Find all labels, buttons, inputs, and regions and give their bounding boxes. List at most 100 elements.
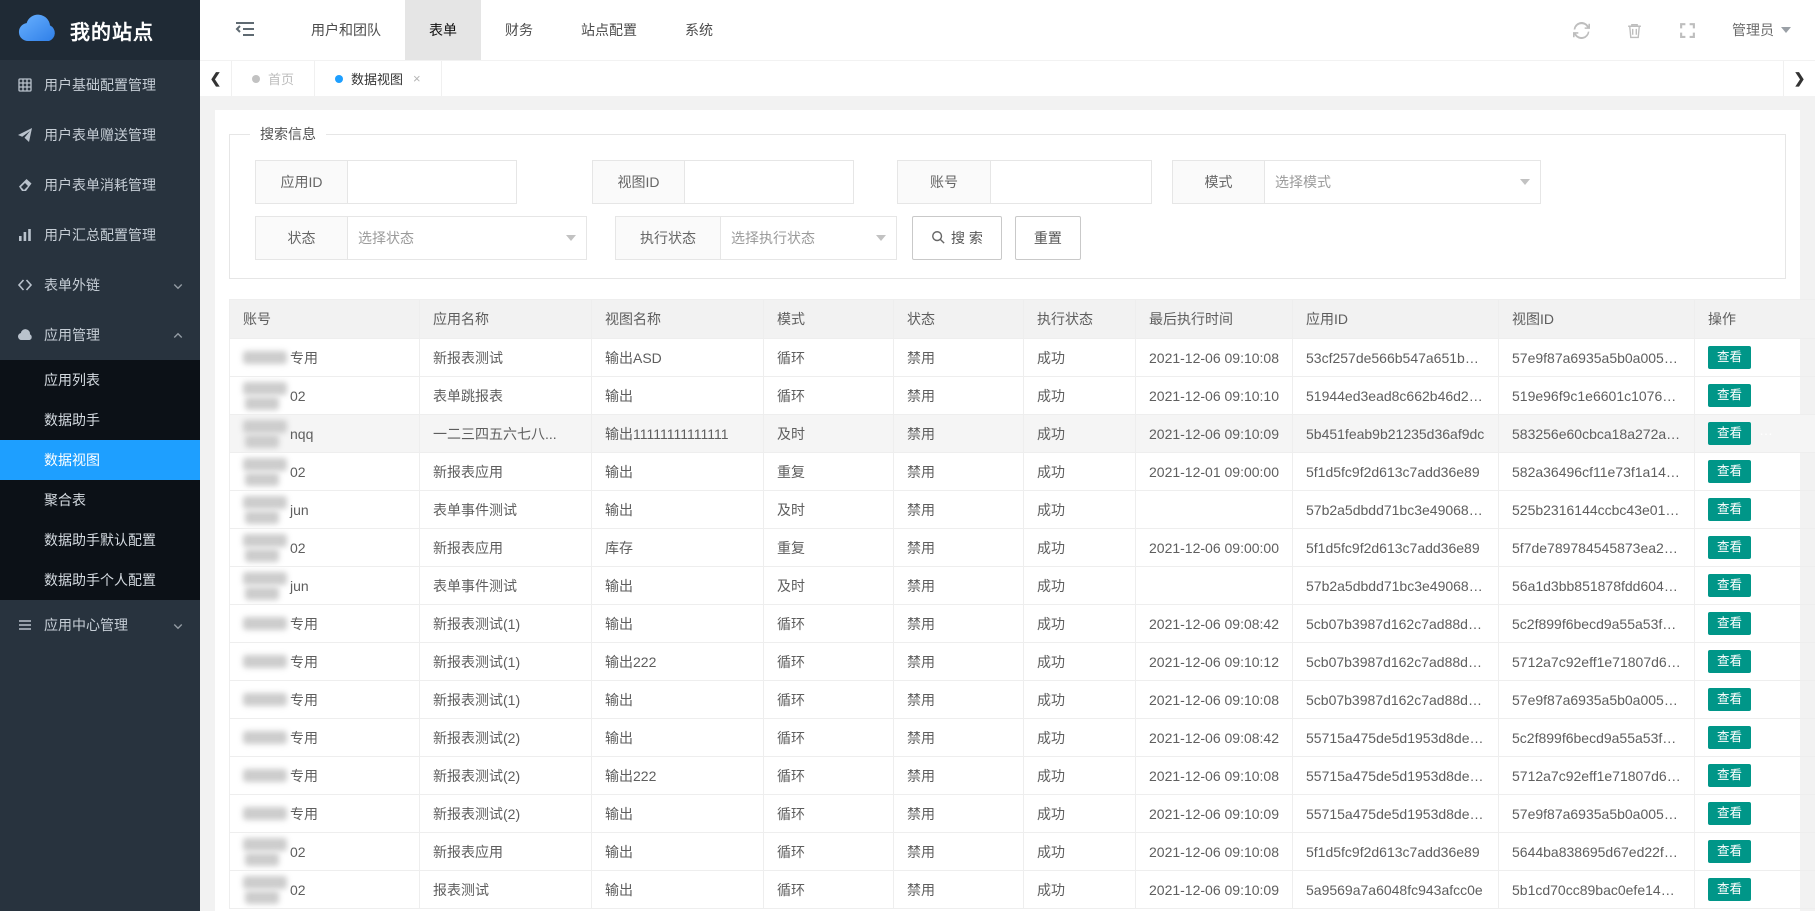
view-button[interactable]: 查看 — [1708, 688, 1751, 711]
table-row-0: 专用新报表测试输出ASD循环禁用成功2021-12-06 09:10:0853c… — [230, 339, 1815, 377]
nav-item-1[interactable]: 表单 — [405, 0, 481, 60]
account-suffix: 02 — [290, 844, 306, 860]
search-field-账号: 账号 — [897, 160, 1152, 204]
collapse-sidebar-icon[interactable] — [235, 20, 255, 40]
chevron-down-icon — [172, 279, 184, 291]
redacted-account-blur — [243, 769, 287, 782]
cell-status: 禁用 — [894, 605, 1024, 643]
sidebar-subitem-数据助手[interactable]: 数据助手 — [0, 400, 200, 440]
cell-view-name: 输出11111111111111 — [592, 415, 764, 453]
sidebar-subitem-聚合表[interactable]: 聚合表 — [0, 480, 200, 520]
cell-app-id: 5a9569a7a6048fc943afcc0e — [1293, 871, 1499, 909]
cell-exec-status: 成功 — [1024, 339, 1136, 377]
cloud-logo-icon — [16, 13, 60, 48]
cell-exec-status: 成功 — [1024, 643, 1136, 681]
view-button[interactable]: 查看 — [1708, 460, 1751, 483]
chevron-down-icon — [172, 619, 184, 631]
chevron-up-icon — [172, 329, 184, 341]
cell-view-id: 57e9f87a6935a5b0a0055170 — [1499, 339, 1695, 377]
view-button[interactable]: 查看 — [1708, 878, 1751, 901]
cell-status: 禁用 — [894, 339, 1024, 377]
search-button[interactable]: 搜 索 — [912, 216, 1002, 260]
view-button[interactable]: 查看 — [1708, 726, 1751, 749]
reset-button[interactable]: 重置 — [1015, 216, 1081, 260]
tabbar: ❮ 首页 数据视图 × ❯ — [200, 60, 1815, 96]
sidebar-item-4[interactable]: 表单外链 — [0, 260, 200, 310]
cell-app-id: 51944ed3ead8c662b46d2508 — [1293, 377, 1499, 415]
view-button[interactable]: 查看 — [1708, 346, 1751, 369]
chevron-down-icon — [876, 235, 886, 241]
cell-actions: 查看启用 — [1695, 757, 1815, 795]
top-nav-menu: 用户和团队表单财务站点配置系统 — [287, 0, 737, 60]
view-button[interactable]: 查看 — [1708, 650, 1751, 673]
nav-item-4[interactable]: 系统 — [661, 0, 737, 60]
tabs-scroll-left-icon[interactable]: ❮ — [200, 61, 232, 96]
sidebar-item-label: 用户汇总配置管理 — [44, 225, 184, 245]
cell-status: 禁用 — [894, 377, 1024, 415]
cell-last-exec-time: 2021-12-06 09:10:09 — [1136, 871, 1293, 909]
应用ID-input[interactable] — [348, 161, 516, 203]
cell-app-name: 新报表测试(1) — [420, 681, 592, 719]
cell-account: 专用 — [230, 339, 420, 377]
cell-app-id: 5f1d5fc9f2d613c7add36e89 — [1293, 453, 1499, 491]
cell-view-name: 输出222 — [592, 643, 764, 681]
cell-app-name: 一二三四五六七八... — [420, 415, 592, 453]
tab-close-icon[interactable]: × — [413, 71, 421, 86]
view-button[interactable]: 查看 — [1708, 574, 1751, 597]
trash-icon[interactable] — [1626, 22, 1643, 39]
nav-item-0[interactable]: 用户和团队 — [287, 0, 405, 60]
sidebar-item-label: 应用管理 — [44, 325, 172, 345]
cell-actions: 查看启用 — [1695, 377, 1815, 415]
sidebar-item-label: 表单外链 — [44, 275, 172, 295]
cell-mode: 及时 — [764, 567, 894, 605]
cell-app-name: 报表测试 — [420, 871, 592, 909]
redacted-account-blur — [243, 693, 287, 706]
状态-select[interactable]: 选择状态 — [348, 217, 586, 259]
nav-item-3[interactable]: 站点配置 — [557, 0, 661, 60]
fullscreen-icon[interactable] — [1679, 22, 1696, 39]
table-row-2: nqq一二三四五六七八...输出11111111111111及时禁用成功2021… — [230, 415, 1815, 453]
账号-input[interactable] — [991, 161, 1151, 203]
cell-view-id: 5f7de789784545873ea279f7 — [1499, 529, 1695, 567]
执行状态-select[interactable]: 选择执行状态 — [721, 217, 896, 259]
view-button[interactable]: 查看 — [1708, 536, 1751, 559]
tab-home[interactable]: 首页 — [232, 61, 315, 96]
search-field-应用ID: 应用ID — [255, 160, 517, 204]
view-button[interactable]: 查看 — [1708, 802, 1751, 825]
field-label: 模式 — [1173, 161, 1265, 203]
cell-account: 02 — [230, 529, 420, 567]
sidebar-subitem-数据助手个人配置[interactable]: 数据助手个人配置 — [0, 560, 200, 600]
cell-last-exec-time: 2021-12-06 09:10:09 — [1136, 415, 1293, 453]
tabs-scroll-right-icon[interactable]: ❯ — [1783, 61, 1815, 96]
cell-view-name: 输出 — [592, 377, 764, 415]
cell-last-exec-time: 2021-12-06 09:08:42 — [1136, 605, 1293, 643]
bar-chart-icon — [16, 227, 33, 244]
cell-mode: 循环 — [764, 377, 894, 415]
select-placeholder: 选择执行状态 — [721, 228, 815, 248]
view-button[interactable]: 查看 — [1708, 384, 1751, 407]
view-button[interactable]: 查看 — [1708, 612, 1751, 635]
refresh-icon[interactable] — [1573, 22, 1590, 39]
cell-view-id: 5c2f899f6becd9a55a53faa0 — [1499, 719, 1695, 757]
视图ID-input[interactable] — [685, 161, 853, 203]
sidebar-subitem-应用列表[interactable]: 应用列表 — [0, 360, 200, 400]
sidebar-item-5[interactable]: 应用管理 — [0, 310, 200, 360]
redacted-account-blur — [243, 807, 287, 820]
cell-last-exec-time: 2021-12-01 09:00:00 — [1136, 453, 1293, 491]
sidebar-item-6[interactable]: 应用中心管理 — [0, 600, 200, 650]
模式-select[interactable]: 选择模式 — [1265, 161, 1540, 203]
view-button[interactable]: 查看 — [1708, 498, 1751, 521]
view-button[interactable]: 查看 — [1708, 422, 1751, 445]
logo: 我的站点 — [0, 0, 200, 60]
sidebar-subitem-数据视图[interactable]: 数据视图 — [0, 440, 200, 480]
sidebar-subitem-数据助手默认配置[interactable]: 数据助手默认配置 — [0, 520, 200, 560]
nav-item-2[interactable]: 财务 — [481, 0, 557, 60]
tab-data-view[interactable]: 数据视图 × — [315, 61, 442, 96]
sidebar-item-2[interactable]: 用户表单消耗管理 — [0, 160, 200, 210]
view-button[interactable]: 查看 — [1708, 840, 1751, 863]
sidebar-item-1[interactable]: 用户表单赠送管理 — [0, 110, 200, 160]
view-button[interactable]: 查看 — [1708, 764, 1751, 787]
user-menu[interactable]: 管理员 — [1732, 20, 1791, 40]
sidebar-item-0[interactable]: 用户基础配置管理 — [0, 60, 200, 110]
sidebar-item-3[interactable]: 用户汇总配置管理 — [0, 210, 200, 260]
